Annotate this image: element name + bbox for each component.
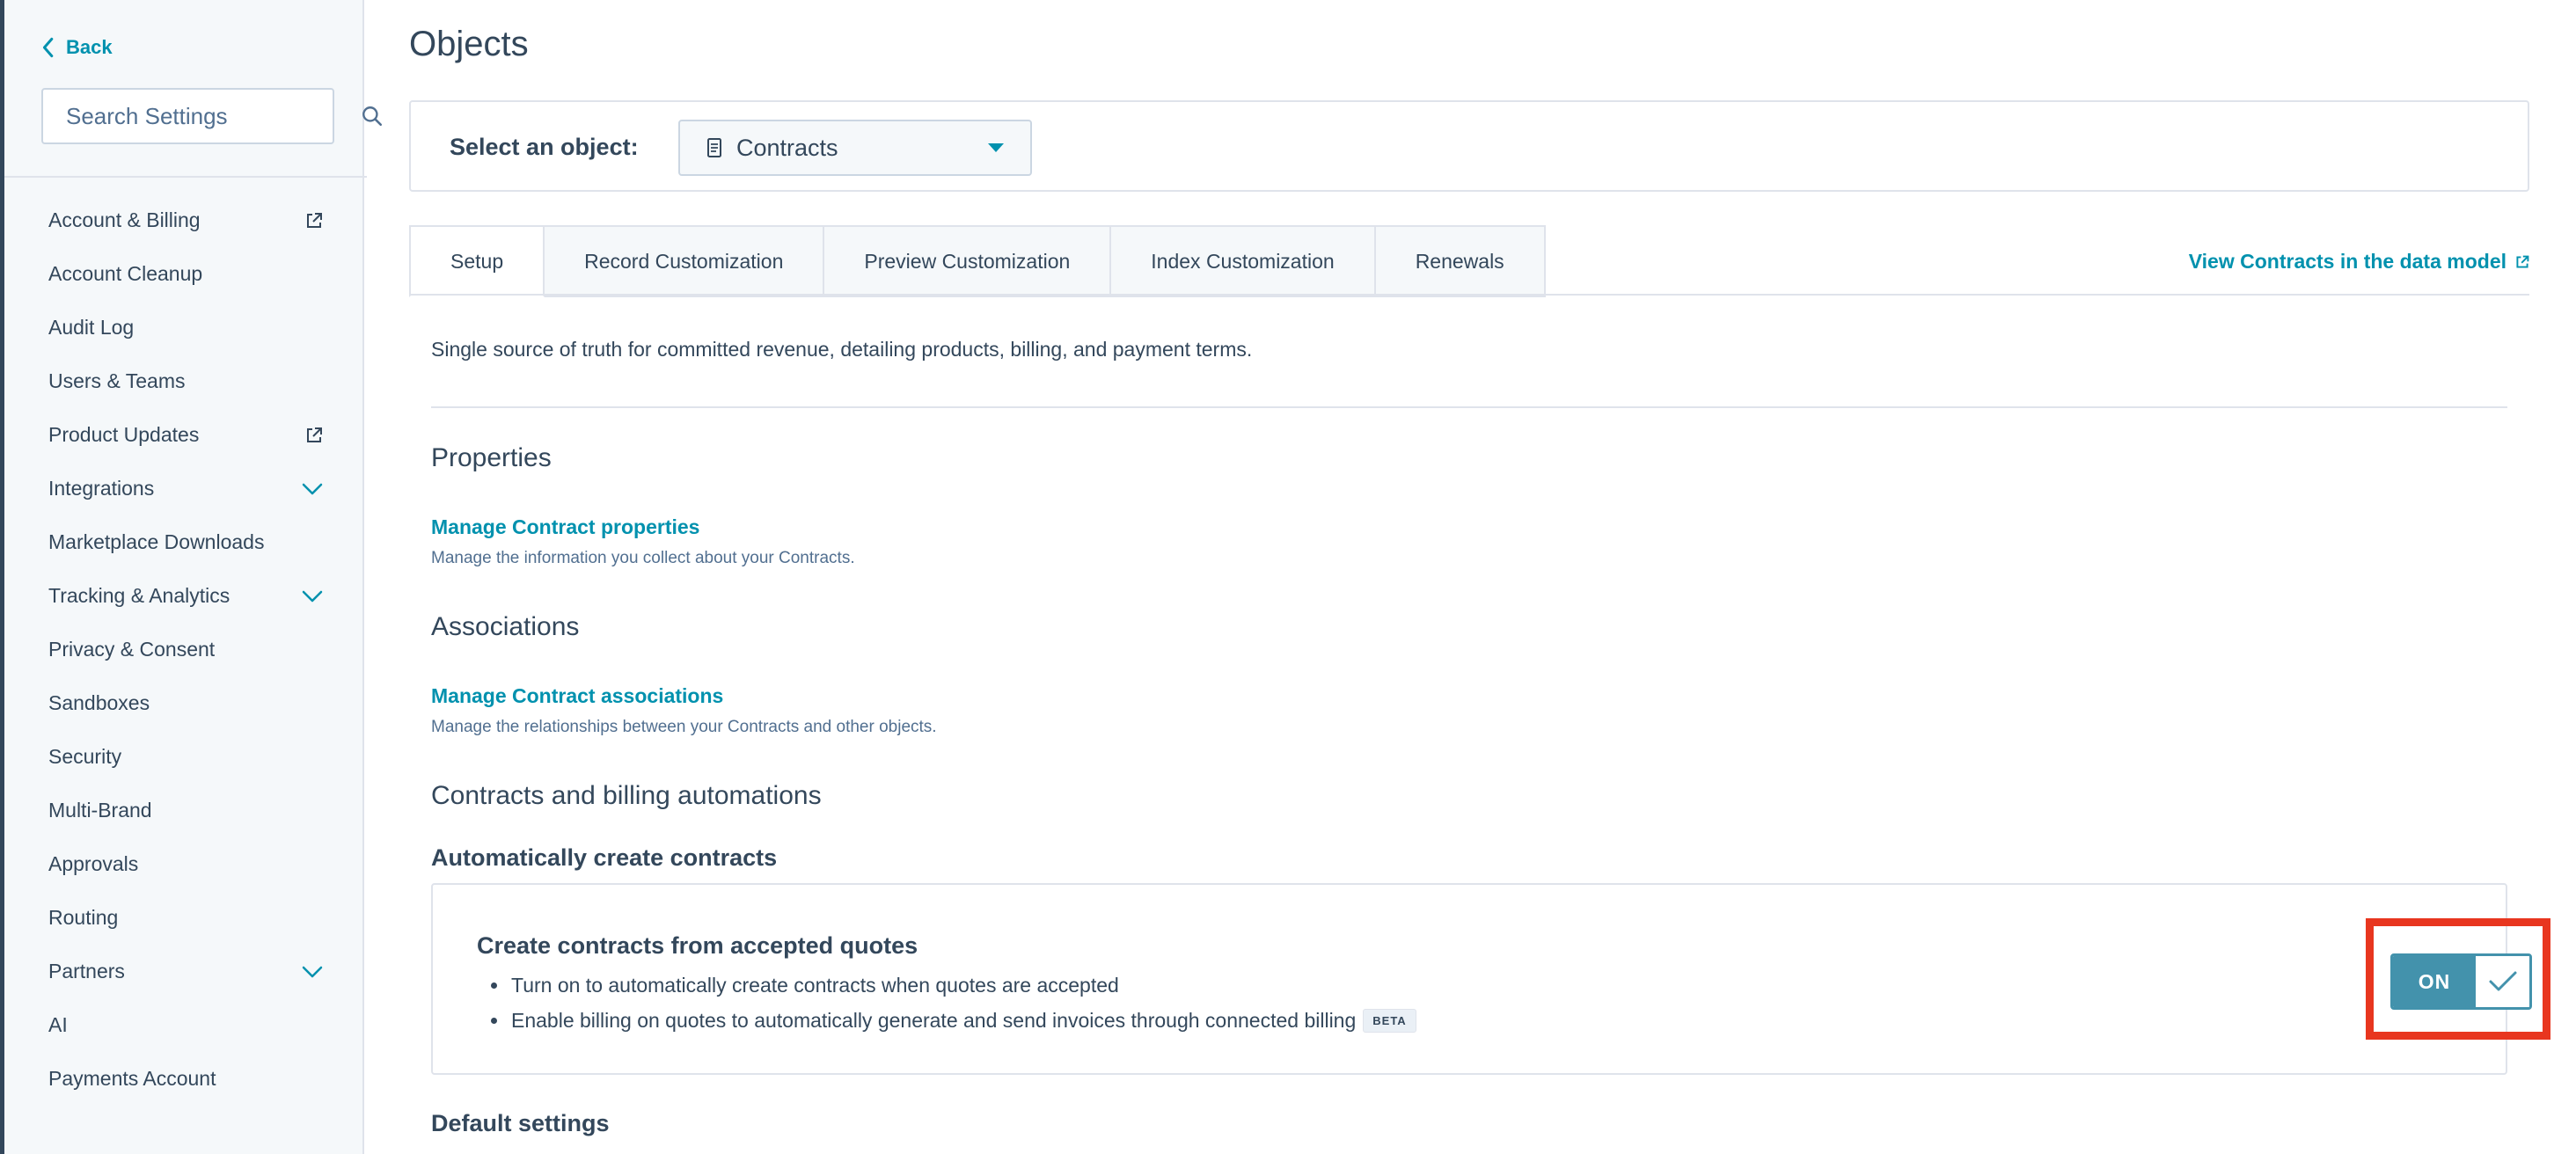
sidebar-item-label: Account Cleanup xyxy=(48,262,203,285)
sidebar-item-account-billing[interactable]: Account & Billing xyxy=(4,194,367,247)
auto-create-contracts-heading: Automatically create contracts xyxy=(431,844,778,871)
settings-sidebar: Back Account & Billing Account Cleanup A… xyxy=(0,0,383,1154)
sidebar-item-label: Multi-Brand xyxy=(48,799,152,822)
sidebar-item-sandboxes[interactable]: Sandboxes xyxy=(4,676,367,730)
sidebar-item-label: Approvals xyxy=(48,852,139,875)
beta-badge: BETA xyxy=(1363,1008,1416,1033)
sidebar-item-label: Marketplace Downloads xyxy=(48,530,265,553)
toggle-on-label: ON xyxy=(2393,956,2476,1007)
selected-object-value: Contracts xyxy=(736,134,838,161)
object-tabs: Setup Record Customization Preview Custo… xyxy=(409,225,1546,297)
sidebar-item-label: Security xyxy=(48,745,122,768)
sidebar-item-audit-log[interactable]: Audit Log xyxy=(4,301,367,354)
sidebar-divider xyxy=(4,176,367,178)
list-item: Turn on to automatically create contract… xyxy=(491,968,1416,1003)
sidebar-item-label: Routing xyxy=(48,906,119,929)
associations-help-text: Manage the relationships between your Co… xyxy=(431,718,937,736)
tab-preview-customization[interactable]: Preview Customization xyxy=(824,225,1112,297)
sidebar-item-integrations[interactable]: Integrations xyxy=(4,462,367,515)
main-content: Objects Select an object: Contracts Setu… xyxy=(364,0,2576,1154)
default-settings-heading: Default settings xyxy=(431,1110,610,1136)
object-description: Single source of truth for committed rev… xyxy=(431,338,1253,361)
bullet-dot xyxy=(491,982,497,989)
manage-properties-link[interactable]: Manage Contract properties xyxy=(431,515,699,539)
sidebar-item-security[interactable]: Security xyxy=(4,730,367,784)
chevron-down-icon[interactable] xyxy=(302,483,323,495)
tab-record-customization[interactable]: Record Customization xyxy=(545,225,825,297)
tabs-underline xyxy=(409,294,2529,296)
properties-heading: Properties xyxy=(431,443,552,472)
sidebar-item-label: Payments Account xyxy=(48,1067,216,1090)
sidebar-item-multi-brand[interactable]: Multi-Brand xyxy=(4,784,367,837)
sidebar-item-ai[interactable]: AI xyxy=(4,998,367,1052)
search-settings xyxy=(41,88,383,144)
associations-heading: Associations xyxy=(431,612,580,641)
create-contracts-toggle[interactable]: ON xyxy=(2390,953,2532,1010)
sidebar-item-routing[interactable]: Routing xyxy=(4,891,367,945)
view-data-model-link[interactable]: View Contracts in the data model xyxy=(2189,250,2529,274)
search-input[interactable] xyxy=(66,102,361,130)
sidebar-item-account-cleanup[interactable]: Account Cleanup xyxy=(4,247,367,301)
create-contracts-bullets: Turn on to automatically create contract… xyxy=(491,968,1416,1038)
chevron-down-icon[interactable] xyxy=(302,966,323,978)
back-link[interactable]: Back xyxy=(40,32,113,63)
bullet-text: Turn on to automatically create contract… xyxy=(511,973,1119,997)
document-icon xyxy=(707,138,721,157)
external-link-icon xyxy=(305,212,323,230)
sidebar-item-privacy-consent[interactable]: Privacy & Consent xyxy=(4,623,367,676)
sidebar-item-label: Product Updates xyxy=(48,423,200,446)
automations-heading: Contracts and billing automations xyxy=(431,781,822,810)
sidebar-item-label: Tracking & Analytics xyxy=(48,584,231,607)
object-dropdown[interactable]: Contracts xyxy=(678,120,1032,176)
sidebar-item-label: Integrations xyxy=(48,477,155,500)
tab-index-customization[interactable]: Index Customization xyxy=(1111,225,1376,297)
tab-setup[interactable]: Setup xyxy=(409,225,545,297)
select-object-label: Select an object: xyxy=(450,134,639,160)
sidebar-item-label: Privacy & Consent xyxy=(48,638,216,661)
sidebar-item-label: Audit Log xyxy=(48,316,135,339)
bullet-text: Enable billing on quotes to automaticall… xyxy=(511,1008,1357,1032)
create-contracts-title: Create contracts from accepted quotes xyxy=(477,932,918,959)
settings-nav: Account & Billing Account Cleanup Audit … xyxy=(4,194,367,1106)
create-contracts-card: Create contracts from accepted quotes Tu… xyxy=(431,883,2550,1075)
list-item: Enable billing on quotes to automaticall… xyxy=(491,1003,1416,1038)
sidebar-item-label: Account & Billing xyxy=(48,208,201,231)
section-divider xyxy=(431,406,2507,408)
sidebar-item-label: Users & Teams xyxy=(48,369,186,392)
sidebar-item-label: Sandboxes xyxy=(48,691,150,714)
sidebar-item-label: AI xyxy=(48,1013,68,1036)
sidebar-item-label: Partners xyxy=(48,960,125,982)
external-link-icon xyxy=(2516,255,2529,268)
sidebar-item-marketplace-downloads[interactable]: Marketplace Downloads xyxy=(4,515,367,569)
sidebar-item-payments-account[interactable]: Payments Account xyxy=(4,1052,367,1106)
sidebar-item-tracking-analytics[interactable]: Tracking & Analytics xyxy=(4,569,367,623)
bullet-dot xyxy=(491,1017,497,1024)
page-title: Objects xyxy=(409,25,529,63)
sidebar-item-product-updates[interactable]: Product Updates xyxy=(4,408,367,462)
external-link-icon xyxy=(305,427,323,444)
back-label: Back xyxy=(66,36,113,58)
chevron-down-icon[interactable] xyxy=(302,590,323,603)
chevron-left-icon xyxy=(42,37,54,58)
manage-associations-link[interactable]: Manage Contract associations xyxy=(431,684,723,708)
properties-help-text: Manage the information you collect about… xyxy=(431,549,855,567)
sidebar-item-partners[interactable]: Partners xyxy=(4,945,367,998)
tab-renewals[interactable]: Renewals xyxy=(1375,225,1546,297)
object-selector-panel: Select an object: Contracts xyxy=(409,100,2529,192)
caret-down-icon xyxy=(988,143,1004,152)
view-data-model-label: View Contracts in the data model xyxy=(2188,250,2506,273)
sidebar-item-approvals[interactable]: Approvals xyxy=(4,837,367,891)
checkmark-icon xyxy=(2476,956,2529,1007)
sidebar-item-users-teams[interactable]: Users & Teams xyxy=(4,354,367,408)
